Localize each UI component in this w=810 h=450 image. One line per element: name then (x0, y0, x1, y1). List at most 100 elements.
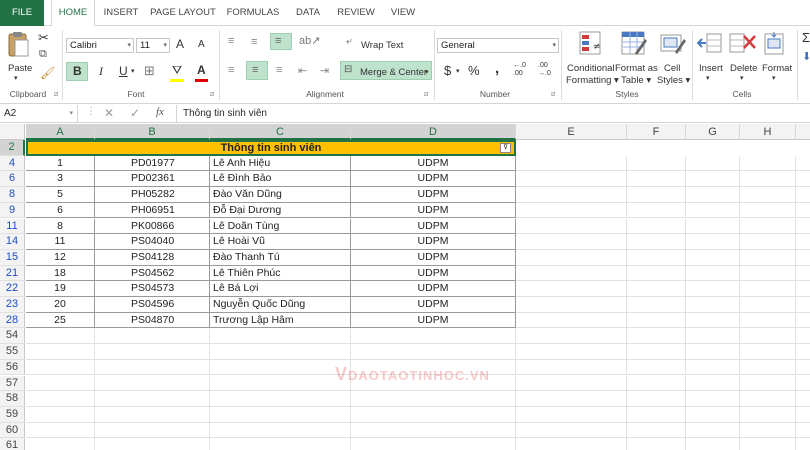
table-cell-a[interactable]: 3 (26, 171, 95, 188)
table-cell-b[interactable]: PS04562 (95, 265, 210, 282)
align-right-icon[interactable]: ≡ (276, 64, 282, 76)
decrease-indent-icon[interactable]: ⇤ (298, 64, 307, 77)
row-header-2[interactable]: 2 (0, 140, 25, 156)
empty-cell[interactable] (686, 312, 740, 329)
row-header[interactable]: 8 (0, 187, 25, 203)
empty-cell[interactable] (740, 218, 796, 235)
empty-cell[interactable] (627, 281, 686, 297)
enter-icon[interactable]: ✓ (130, 106, 140, 120)
row-header[interactable]: 9 (0, 202, 25, 219)
empty-cell[interactable] (740, 344, 796, 360)
column-header-f[interactable]: F (627, 124, 686, 140)
tab-insert[interactable]: INSERT (100, 0, 142, 26)
empty-cell[interactable] (627, 438, 686, 450)
empty-cell[interactable] (627, 202, 686, 219)
empty-cell[interactable] (796, 328, 810, 345)
empty-cell[interactable] (627, 359, 686, 376)
table-cell-d[interactable]: UDPM (351, 155, 516, 172)
tab-data[interactable]: DATA (290, 0, 326, 26)
table-cell-b[interactable]: PK00866 (95, 218, 210, 235)
empty-cell[interactable] (796, 281, 810, 297)
accounting-dropdown-icon[interactable]: ▾ (456, 67, 460, 75)
table-cell-a[interactable]: 5 (26, 187, 95, 203)
cell-styles-icon[interactable] (660, 31, 686, 57)
empty-cell[interactable] (516, 249, 627, 266)
column-header-b[interactable]: B (95, 124, 210, 140)
empty-cell[interactable] (26, 406, 95, 423)
format-cells-icon[interactable] (762, 31, 788, 57)
empty-cell[interactable] (210, 359, 351, 376)
formula-input[interactable]: Thông tin sinh viên (176, 105, 810, 122)
table-cell-a[interactable]: 20 (26, 297, 95, 313)
empty-cell[interactable] (516, 155, 627, 172)
empty-cell[interactable] (686, 391, 740, 407)
row-header[interactable]: 11 (0, 218, 25, 235)
underline-button[interactable]: U (119, 64, 128, 78)
empty-cell[interactable] (627, 422, 686, 439)
align-bottom-icon[interactable]: ≡ (275, 35, 281, 47)
empty-cell[interactable] (627, 406, 686, 423)
empty-cell[interactable] (516, 406, 627, 423)
cell-styles-button[interactable]: Cell (664, 63, 680, 74)
table-cell-d[interactable]: UDPM (351, 171, 516, 188)
align-middle-icon[interactable]: ≡ (251, 36, 257, 48)
empty-cell[interactable] (796, 407, 810, 423)
empty-cell[interactable] (26, 359, 95, 376)
empty-cell[interactable] (796, 423, 810, 439)
empty-cell[interactable] (516, 202, 627, 219)
empty-cell[interactable] (516, 265, 627, 282)
empty-cell[interactable] (351, 344, 516, 360)
empty-cell[interactable] (516, 344, 627, 360)
column-header-d[interactable]: D (351, 124, 516, 140)
empty-cell[interactable] (351, 438, 516, 450)
empty-cell[interactable] (740, 234, 796, 250)
empty-cell[interactable] (516, 297, 627, 313)
table-cell-d[interactable]: UDPM (351, 218, 516, 235)
table-cell-b[interactable]: PD02361 (95, 171, 210, 188)
row-header[interactable]: 22 (0, 281, 25, 297)
table-cell-c[interactable]: Đào Thanh Tú (210, 249, 351, 266)
empty-cell[interactable] (516, 187, 627, 203)
conditional-formatting-icon[interactable]: ≠ (579, 31, 603, 57)
align-top-icon[interactable]: ≡ (228, 35, 234, 47)
shrink-font-button[interactable]: A (198, 39, 205, 50)
empty-cell[interactable] (210, 406, 351, 423)
table-cell-c[interactable]: Lê Bá Lợi (210, 281, 351, 297)
empty-cell[interactable] (95, 406, 210, 423)
table-cell-c[interactable]: Lê Đình Bảo (210, 171, 351, 188)
empty-cell[interactable] (516, 234, 627, 250)
empty-cell[interactable] (796, 156, 810, 172)
row-header[interactable]: 56 (0, 359, 25, 376)
empty-cell[interactable] (740, 391, 796, 407)
table-cell-b[interactable]: PS04596 (95, 297, 210, 313)
empty-cell[interactable] (686, 202, 740, 219)
table-cell-b[interactable]: PS04870 (95, 312, 210, 329)
empty-cell[interactable] (686, 438, 740, 450)
cut-icon[interactable]: ✂ (38, 30, 49, 46)
empty-cell[interactable] (740, 155, 796, 172)
empty-cell[interactable] (26, 344, 95, 360)
format-painter-icon[interactable]: 🖌 (40, 66, 55, 80)
empty-cell[interactable] (627, 218, 686, 235)
empty-cell[interactable] (210, 438, 351, 450)
table-cell-b[interactable]: PS04573 (95, 281, 210, 297)
wrap-text-button[interactable]: Wrap Text (361, 40, 403, 51)
empty-cell[interactable] (796, 250, 810, 266)
empty-cell[interactable] (740, 375, 796, 392)
font-name-select[interactable]: Calibri ▾ (66, 38, 134, 53)
font-color-icon[interactable]: A (197, 63, 206, 77)
table-cell-c[interactable]: Lê Anh Hiệu (210, 155, 351, 172)
table-cell-a[interactable]: 19 (26, 281, 95, 297)
empty-cell[interactable] (740, 187, 796, 203)
empty-cell[interactable] (627, 187, 686, 203)
empty-cell[interactable] (740, 328, 796, 345)
empty-cell[interactable] (26, 438, 95, 450)
empty-cell[interactable] (516, 375, 627, 392)
empty-cell[interactable] (26, 422, 95, 439)
empty-cell[interactable] (210, 328, 351, 345)
orientation-icon[interactable]: ab↗ (299, 34, 320, 47)
empty-cell[interactable] (796, 360, 810, 376)
empty-cell[interactable] (627, 328, 686, 345)
empty-cell[interactable] (627, 249, 686, 266)
empty-cell[interactable] (686, 171, 740, 188)
